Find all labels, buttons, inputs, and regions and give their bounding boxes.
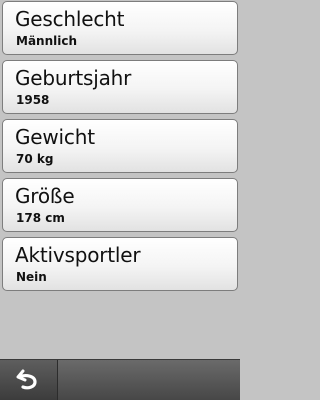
back-arrow-icon <box>16 369 37 390</box>
settings-item-value: Nein <box>16 270 47 284</box>
settings-item-value: 70 kg <box>16 152 54 166</box>
settings-item-weight[interactable]: Gewicht 70 kg <box>2 119 238 173</box>
settings-item-label: Größe <box>15 184 75 208</box>
settings-item-birth-year[interactable]: Geburtsjahr 1958 <box>2 60 238 114</box>
back-button[interactable] <box>0 360 58 400</box>
settings-item-gender[interactable]: Geschlecht Männlich <box>2 1 238 55</box>
settings-item-value: 178 cm <box>16 211 65 225</box>
settings-item-label: Gewicht <box>15 125 95 149</box>
settings-item-label: Geschlecht <box>15 7 125 31</box>
settings-item-athlete[interactable]: Aktivsportler Nein <box>2 237 238 291</box>
settings-item-height[interactable]: Größe 178 cm <box>2 178 238 232</box>
bottom-toolbar <box>0 359 240 400</box>
settings-item-label: Aktivsportler <box>15 243 141 267</box>
settings-item-label: Geburtsjahr <box>15 66 132 90</box>
settings-item-value: Männlich <box>16 34 78 48</box>
settings-item-value: 1958 <box>16 93 50 107</box>
